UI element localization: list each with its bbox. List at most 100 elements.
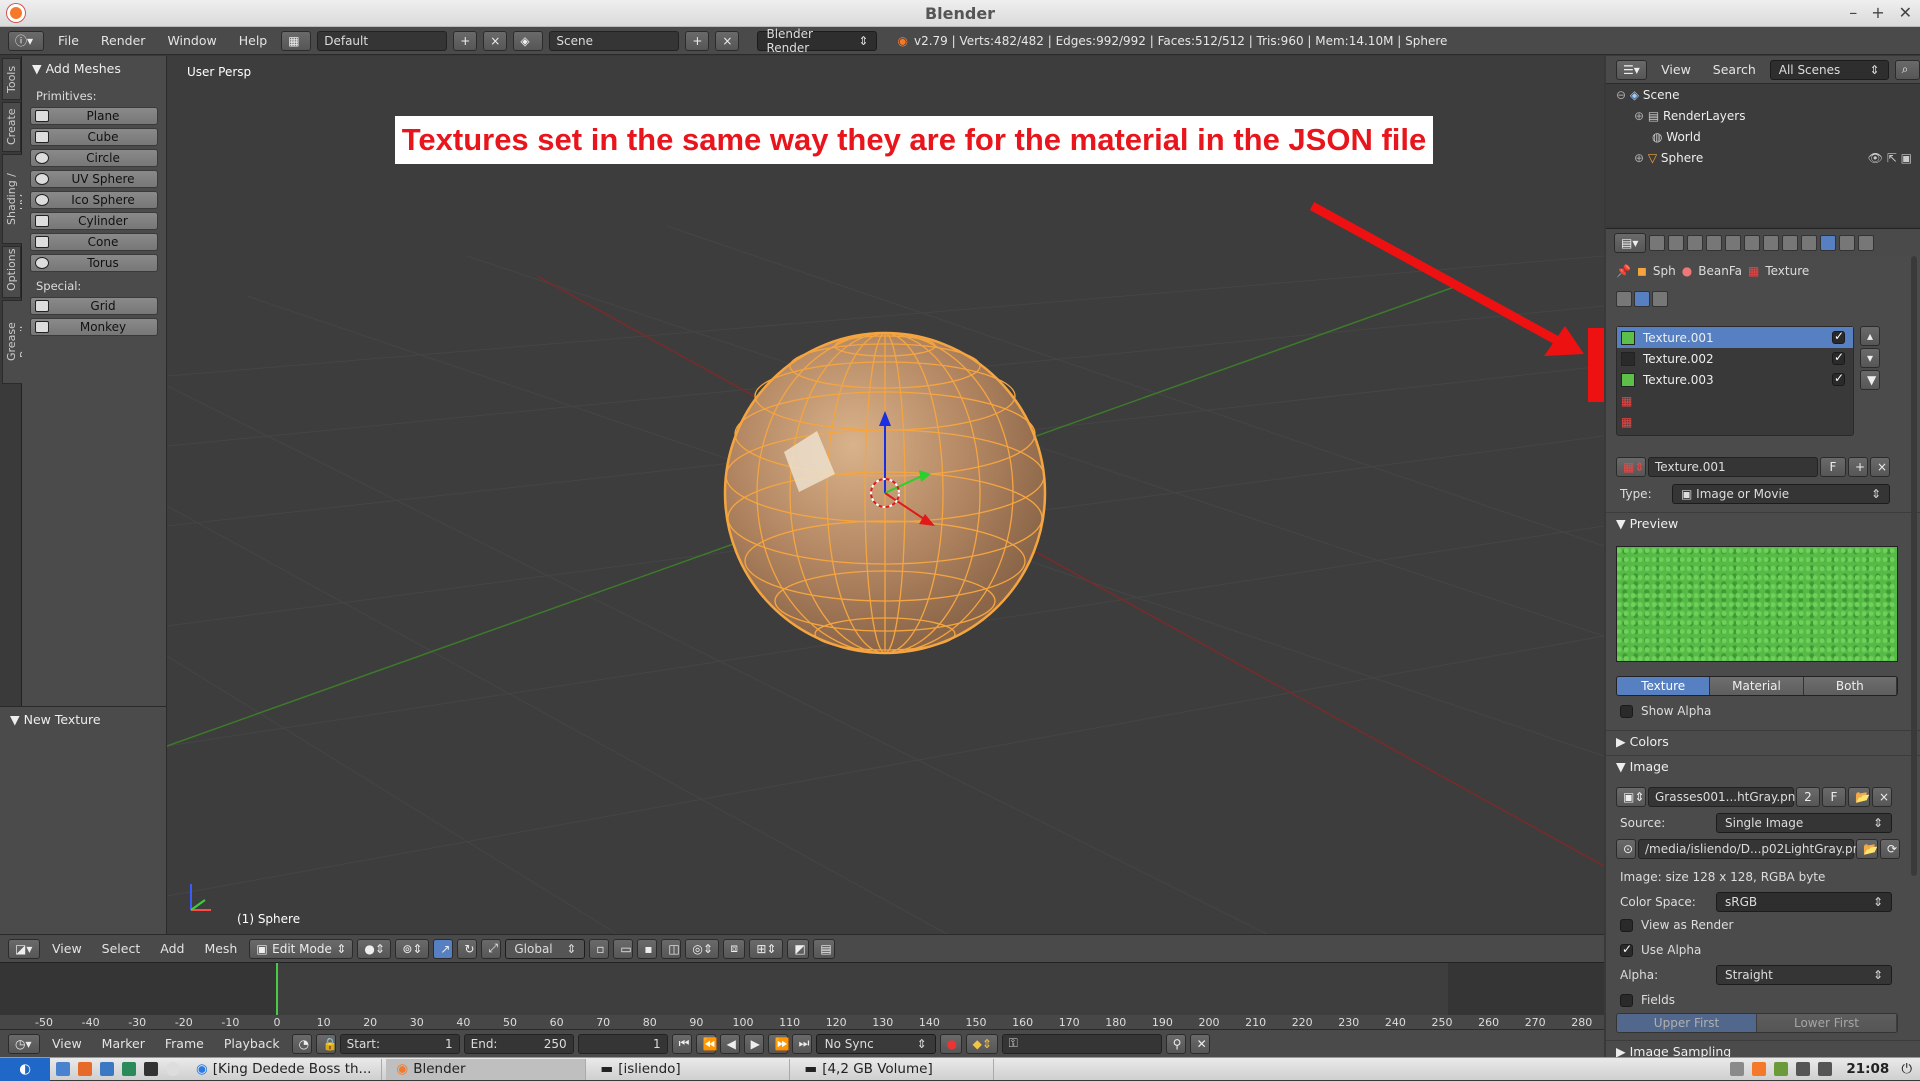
menu-view[interactable]: View	[44, 941, 90, 956]
breadcrumb-texture[interactable]: Texture	[1765, 264, 1809, 278]
material-tab-icon[interactable]	[1801, 234, 1817, 251]
task-folder-isliendo[interactable]: ▬ [isliendo]	[590, 1058, 791, 1080]
pivot-dropdown[interactable]: ⊚⇕	[395, 938, 430, 959]
preview-range-icon[interactable]: ◔	[291, 1033, 312, 1054]
play-reverse-icon[interactable]: ◀	[719, 1033, 740, 1054]
close-icon[interactable]: ✕	[1899, 3, 1912, 22]
add-ico-sphere-button[interactable]: Ico Sphere	[30, 191, 158, 209]
add-grid-button[interactable]: Grid	[30, 297, 158, 315]
end-frame-field[interactable]: End: 250	[463, 1033, 574, 1054]
world-tab-icon[interactable]	[1706, 234, 1722, 251]
preview-both-button[interactable]: Both	[1803, 677, 1897, 695]
firefox-launcher-icon[interactable]	[78, 1062, 92, 1076]
unlink-texture-button[interactable]: ×	[1870, 457, 1890, 477]
keying-set-field[interactable]: ⚿	[1001, 1033, 1162, 1054]
face-select-icon[interactable]: ▪	[637, 938, 658, 959]
move-slot-up-button[interactable]: ▴	[1860, 326, 1880, 346]
image-users-count[interactable]: 2	[1796, 787, 1820, 807]
editor-type-3d-button[interactable]: ◪▾	[8, 938, 40, 959]
texture-slot-4[interactable]: ▦	[1617, 390, 1853, 411]
add-screen-button[interactable]: +	[453, 30, 478, 51]
mode-dropdown[interactable]: ▣ Edit Mode ⇕	[249, 938, 354, 959]
editor-type-timeline-button[interactable]: ◷▾	[8, 1033, 40, 1054]
menu-window[interactable]: Window	[159, 33, 224, 48]
outliner-filter-dropdown[interactable]: All Scenes ⇕	[1769, 59, 1889, 80]
colorspace-dropdown[interactable]: sRGB ⇕	[1716, 892, 1892, 912]
data-tab-icon[interactable]	[1782, 234, 1798, 251]
menu-marker[interactable]: Marker	[94, 1036, 153, 1051]
power-icon[interactable]: ⏻	[1901, 1061, 1912, 1077]
tray-update-icon[interactable]	[1774, 1062, 1789, 1076]
render-anim-icon[interactable]: ▤	[813, 938, 836, 959]
tab-options[interactable]: Options	[2, 246, 21, 298]
tray-blender-icon[interactable]	[1752, 1062, 1767, 1076]
new-texture-panel-header[interactable]: ▼ New Texture	[0, 707, 166, 732]
vertex-select-icon[interactable]: ▫	[589, 938, 610, 959]
physics-tab-icon[interactable]	[1858, 234, 1874, 251]
3d-viewport[interactable]: User Persp Textures set in the same way …	[167, 56, 1604, 934]
lock-icon[interactable]: 🔒	[315, 1033, 338, 1054]
outliner-menu-search[interactable]: Search	[1705, 62, 1764, 77]
move-slot-down-button[interactable]: ▾	[1860, 348, 1880, 368]
proportional-edit-icon[interactable]: ◎⇕	[685, 938, 720, 959]
add-monkey-button[interactable]: Monkey	[30, 318, 158, 336]
start-menu-icon[interactable]: ◐	[0, 1057, 50, 1081]
minimize-icon[interactable]: –	[1849, 3, 1857, 22]
show-alpha-checkbox[interactable]	[1620, 704, 1633, 718]
tab-create[interactable]: Create	[2, 102, 21, 152]
texture-name-field[interactable]: Texture.001	[1648, 457, 1818, 477]
jump-next-key-icon[interactable]: ⏩	[767, 1033, 790, 1054]
editor-type-properties-button[interactable]: ▤▾	[1614, 232, 1646, 253]
outliner-search-icon[interactable]: ⌕	[1894, 59, 1920, 80]
tray-window-icon[interactable]	[1730, 1062, 1745, 1076]
menu-select[interactable]: Select	[94, 941, 149, 956]
outliner-item-scene[interactable]: ⊖ ◈ Scene	[1606, 84, 1920, 105]
scene-field[interactable]: Scene	[549, 30, 680, 51]
add-uv-sphere-button[interactable]: UV Sphere	[30, 170, 158, 188]
timeline[interactable]: -50 -40 -30 -20 -10 0 10 20 30 40 50 60 70 80 90 100 110…	[0, 962, 1604, 1030]
play-icon[interactable]: ▶	[743, 1033, 764, 1054]
task-volume[interactable]: ▬ [4,2 GB Volume]	[794, 1058, 995, 1080]
lower-first-button[interactable]: Lower First	[1757, 1014, 1897, 1032]
jump-start-icon[interactable]: ⏮	[671, 1033, 692, 1054]
visibility-eye-icon[interactable]: 👁 ⇱ ▣	[1868, 151, 1912, 165]
outliner-menu-view[interactable]: View	[1653, 62, 1699, 77]
maximize-icon[interactable]: +	[1871, 3, 1884, 22]
menu-view-timeline[interactable]: View	[44, 1036, 90, 1051]
colors-panel-header[interactable]: ▶ Colors	[1606, 730, 1920, 752]
remove-scene-button[interactable]: ×	[715, 30, 740, 51]
preview-texture-button[interactable]: Texture	[1617, 677, 1711, 695]
screen-layout-icon[interactable]: ▦	[281, 30, 312, 51]
other-texture-context-icon[interactable]	[1652, 291, 1668, 307]
reload-image-button[interactable]: ⟳	[1880, 839, 1900, 859]
open-image-button[interactable]: 📂	[1848, 787, 1870, 807]
image-name-field[interactable]: Grasses001...htGray.png	[1648, 787, 1803, 807]
screen-layout-field[interactable]: Default	[317, 30, 448, 51]
texture-slot-1-checkbox[interactable]	[1832, 329, 1845, 344]
texture-slot-3-checkbox[interactable]	[1832, 371, 1845, 386]
occlude-icon[interactable]: ◫	[661, 938, 682, 959]
texture-slot-2-checkbox[interactable]	[1832, 350, 1845, 365]
fake-user-button[interactable]: F	[1820, 457, 1846, 477]
image-fake-user-button[interactable]: F	[1822, 787, 1846, 807]
breadcrumb-material[interactable]: BeanFa	[1698, 264, 1742, 278]
upper-first-button[interactable]: Upper First	[1617, 1014, 1757, 1032]
render-tab-icon[interactable]	[1649, 234, 1665, 251]
texture-type-dropdown[interactable]: ▣ Image or Movie ⇕	[1672, 484, 1890, 504]
menu-frame[interactable]: Frame	[157, 1036, 212, 1051]
image-panel-header[interactable]: ▼ Image	[1606, 755, 1920, 777]
manipulator-rotate-icon[interactable]: ↻	[457, 938, 478, 959]
add-cylinder-button[interactable]: Cylinder	[30, 212, 158, 230]
image-sampling-panel-header[interactable]: ▶ Image Sampling	[1606, 1040, 1920, 1057]
add-cube-button[interactable]: Cube	[30, 128, 158, 146]
use-alpha-checkbox[interactable]	[1620, 942, 1633, 957]
view-as-render-checkbox[interactable]	[1620, 918, 1633, 932]
start-frame-field[interactable]: Start: 1	[339, 1033, 460, 1054]
properties-scrollbar[interactable]	[1911, 256, 1917, 876]
texture-slot-1[interactable]: Texture.001	[1617, 327, 1853, 348]
texture-slot-list[interactable]: Texture.001 Texture.002 Texture.003 ▦ ▦	[1616, 326, 1854, 436]
add-torus-button[interactable]: Torus	[30, 254, 158, 272]
app-launcher-icon[interactable]	[166, 1062, 180, 1076]
current-frame-field[interactable]: 1	[577, 1033, 668, 1054]
edge-select-icon[interactable]: ▭	[613, 938, 634, 959]
